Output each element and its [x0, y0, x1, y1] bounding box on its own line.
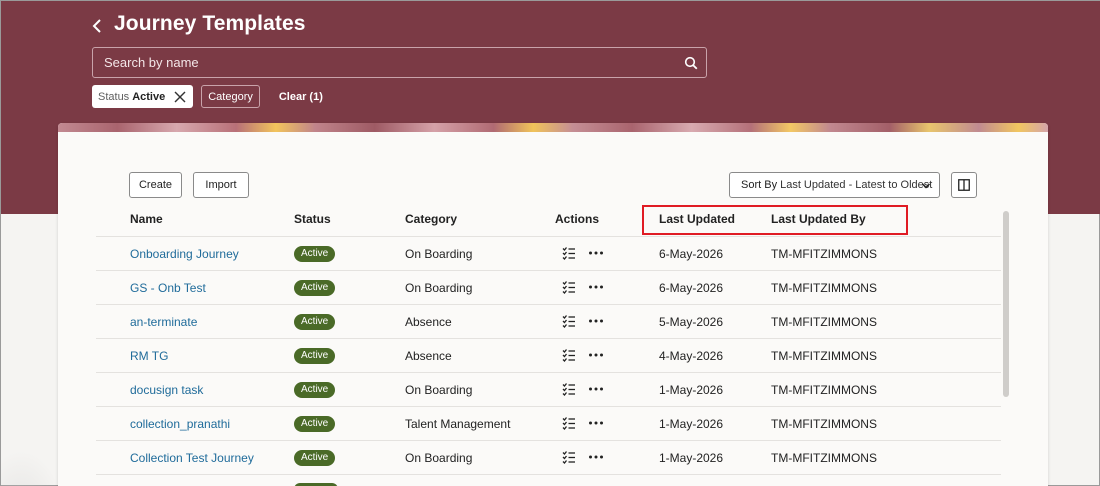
table-row: GS - Onb Test Active On Boarding 6-May-2…: [96, 271, 1001, 305]
table-row: an-terminate Active Absence 5-May-2026 T…: [96, 305, 1001, 339]
category-filter-chip[interactable]: Category: [201, 85, 260, 108]
import-button[interactable]: Import: [193, 172, 249, 198]
checklist-icon[interactable]: [562, 416, 576, 430]
more-horizontal-icon[interactable]: [588, 280, 604, 294]
table-header: Name Status Category Actions Last Update…: [96, 203, 1001, 237]
more-horizontal-icon[interactable]: [588, 314, 604, 328]
table-row: RM TG Active Absence 4-May-2026 TM-MFITZ…: [96, 339, 1001, 373]
panel-layout-icon: [958, 179, 970, 191]
column-header-last-updated-by[interactable]: Last Updated By: [771, 212, 866, 226]
status-filter-chip[interactable]: Status Active: [92, 85, 194, 108]
status-badge: Active: [294, 246, 336, 262]
more-horizontal-icon[interactable]: [588, 450, 604, 464]
close-icon[interactable]: [173, 90, 187, 104]
status-filter-value: Active: [132, 90, 166, 103]
sort-value: Last Updated - Latest to Oldest: [780, 179, 933, 191]
clear-filters-link[interactable]: Clear (1): [279, 91, 323, 103]
last-updated-cell: 1-May-2026: [659, 383, 724, 397]
template-name-link[interactable]: docusign task: [130, 383, 203, 397]
status-badge: Active: [294, 348, 336, 364]
last-updated-by-cell: TM-MFITZIMMONS: [771, 383, 877, 397]
status-badge: Active: [294, 450, 336, 466]
last-updated-by-cell: TM-MFITZIMMONS: [771, 315, 877, 329]
template-name-link[interactable]: collection_pranathi: [130, 417, 230, 431]
checklist-icon[interactable]: [562, 314, 576, 328]
template-name-link[interactable]: GS - Onb Test: [130, 281, 206, 295]
vertical-scrollbar[interactable]: [1003, 211, 1009, 397]
panel-toggle-button[interactable]: [951, 172, 977, 198]
category-cell: Absence: [405, 315, 452, 329]
more-horizontal-icon[interactable]: [588, 382, 604, 396]
last-updated-cell: 1-May-2026: [659, 451, 724, 465]
column-header-name[interactable]: Name: [130, 212, 163, 226]
status-badge: Active: [294, 416, 336, 432]
column-header-category[interactable]: Category: [405, 212, 457, 226]
last-updated-by-cell: TM-MFITZIMMONS: [771, 417, 877, 431]
column-header-last-updated[interactable]: Last Updated: [659, 212, 735, 226]
more-horizontal-icon[interactable]: [588, 416, 604, 430]
template-name-link[interactable]: Collection Test Journey: [130, 451, 254, 465]
column-header-status[interactable]: Status: [294, 212, 331, 226]
category-cell: Absence: [405, 349, 452, 363]
checklist-icon[interactable]: [562, 382, 576, 396]
chevron-left-icon: [92, 19, 101, 33]
last-updated-cell: 1-May-2026: [659, 417, 724, 431]
search-icon[interactable]: [676, 48, 706, 77]
template-name-link[interactable]: Onboarding Journey: [130, 247, 239, 261]
checklist-icon[interactable]: [562, 348, 576, 362]
search-box[interactable]: [92, 47, 707, 78]
card-decorative-banner: [58, 123, 1048, 132]
last-updated-by-cell: TM-MFITZIMMONS: [771, 247, 877, 261]
table-row: Onboarding Journey Active On Boarding 6-…: [96, 237, 1001, 271]
templates-card: Create Import Sort By Last Updated - Lat…: [58, 123, 1048, 486]
last-updated-by-cell: TM-MFITZIMMONS: [771, 451, 877, 465]
filter-chips: Status Active Category Clear (1): [92, 85, 323, 108]
table-row: collection_pranathi Active Talent Manage…: [96, 407, 1001, 441]
category-cell: On Boarding: [405, 247, 473, 261]
checklist-icon[interactable]: [562, 280, 576, 294]
checklist-icon[interactable]: [562, 450, 576, 464]
category-cell: On Boarding: [405, 383, 473, 397]
table-row: Collection Test Journey Active On Boardi…: [96, 441, 1001, 475]
category-cell: On Boarding: [405, 281, 473, 295]
table-row: docusign task Active On Boarding 1-May-2…: [96, 373, 1001, 407]
page-title: Journey Templates: [114, 12, 306, 35]
column-header-actions: Actions: [555, 212, 600, 226]
status-badge: Active: [294, 314, 336, 330]
last-updated-by-cell: TM-MFITZIMMONS: [771, 349, 877, 363]
last-updated-by-cell: TM-MFITZIMMONS: [771, 281, 877, 295]
more-horizontal-icon[interactable]: [588, 348, 604, 362]
status-filter-key: Status: [98, 90, 130, 103]
checklist-icon[interactable]: [562, 246, 576, 260]
chevron-down-icon: [921, 183, 931, 189]
category-cell: On Boarding: [405, 451, 473, 465]
status-badge: Active: [294, 382, 336, 398]
sort-dropdown[interactable]: Sort By Last Updated - Latest to Oldest: [729, 172, 940, 198]
create-button[interactable]: Create: [129, 172, 182, 198]
last-updated-cell: 5-May-2026: [659, 315, 724, 329]
table-body: Onboarding Journey Active On Boarding 6-…: [96, 237, 1001, 475]
category-cell: Talent Management: [405, 417, 511, 431]
last-updated-cell: 6-May-2026: [659, 247, 724, 261]
more-horizontal-icon[interactable]: [588, 246, 604, 260]
template-name-link[interactable]: RM TG: [130, 349, 168, 363]
search-input[interactable]: [93, 48, 676, 77]
sort-key: Sort By: [741, 179, 778, 191]
template-name-link[interactable]: an-terminate: [130, 315, 197, 329]
status-badge: Active: [294, 280, 336, 296]
last-updated-cell: 6-May-2026: [659, 281, 724, 295]
back-button[interactable]: [87, 15, 107, 37]
last-updated-cell: 4-May-2026: [659, 349, 724, 363]
